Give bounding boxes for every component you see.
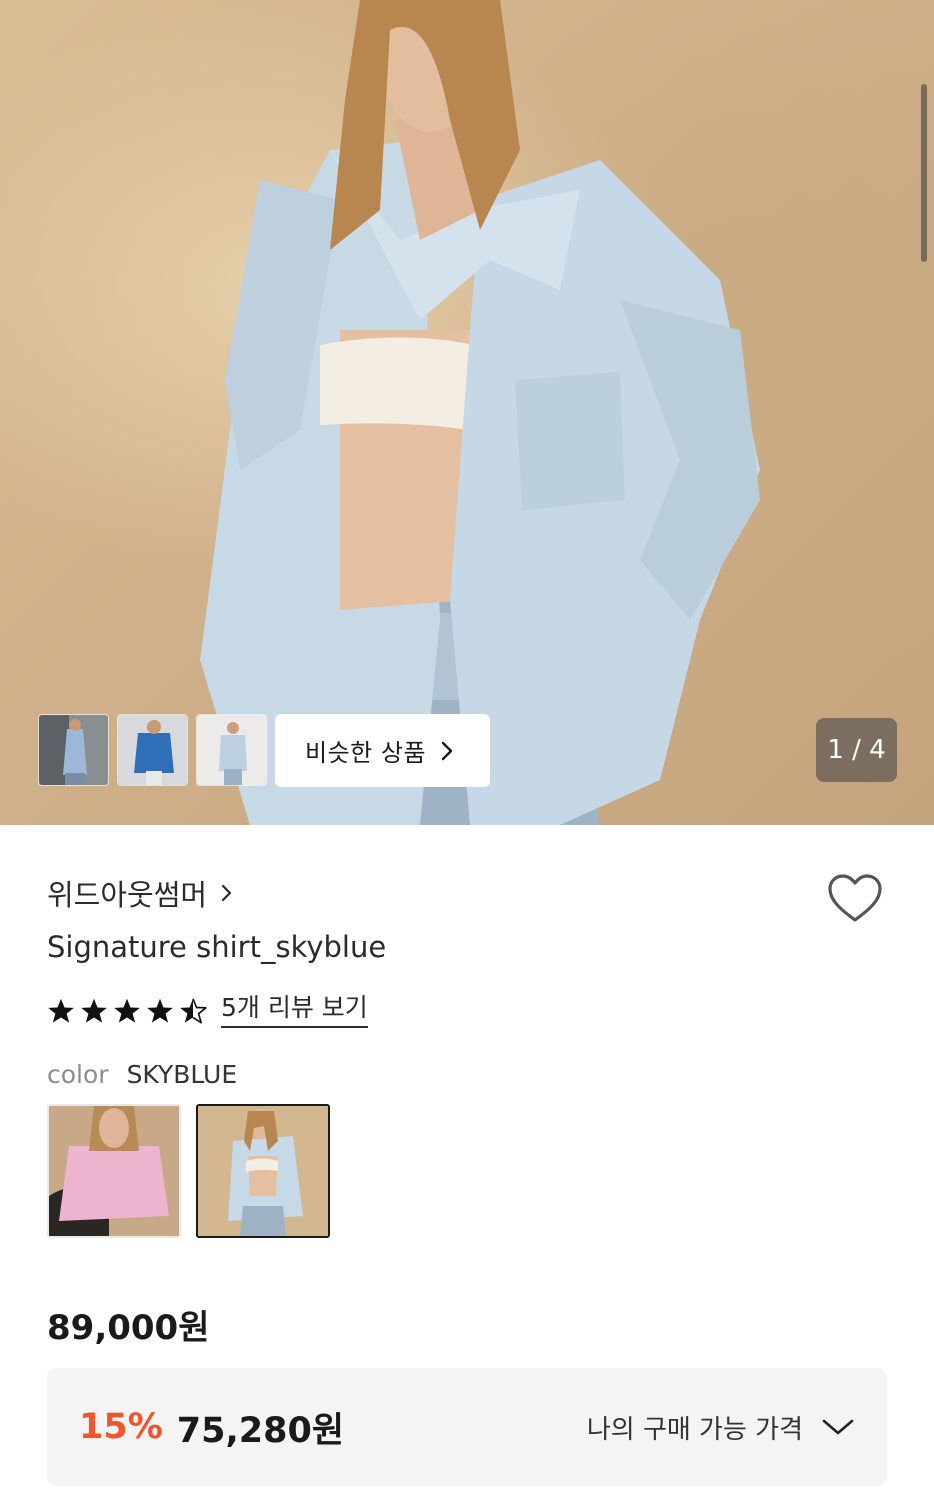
similar-products-button[interactable]: 비슷한 상품 <box>275 714 490 787</box>
thumbnail-image <box>197 715 266 785</box>
review-link[interactable]: 5개 리뷰 보기 <box>221 993 368 1028</box>
star-icon <box>81 998 107 1023</box>
scrollbar[interactable] <box>921 84 927 262</box>
swatch-image <box>198 1106 328 1236</box>
rating-row: 5개 리뷰 보기 <box>47 993 368 1028</box>
my-price-label: 나의 구매 가능 가격 <box>586 1414 803 1445</box>
chevron-right-icon <box>221 884 232 902</box>
color-value: SKYBLUE <box>126 1060 238 1089</box>
original-price: 89,000원 <box>47 1308 210 1348</box>
thumbnail-image <box>39 715 108 785</box>
discount-percent: 15% <box>79 1407 163 1447</box>
chevron-right-icon <box>441 741 453 760</box>
image-counter-text: 1 / 4 <box>827 735 886 765</box>
color-swatch-skyblue[interactable] <box>196 1104 330 1238</box>
color-label: color <box>47 1060 109 1089</box>
star-icon <box>48 998 74 1023</box>
star-icon <box>147 998 173 1023</box>
star-half-icon <box>180 997 207 1023</box>
color-swatches <box>47 1104 330 1238</box>
my-price-toggle[interactable]: 나의 구매 가능 가격 <box>587 1409 855 1446</box>
similar-products-label: 비슷한 상품 <box>305 739 427 767</box>
brand-link[interactable]: 위드아웃썸머 <box>47 872 233 914</box>
product-name: Signature shirt_skyblue <box>47 930 387 964</box>
thumbnail-3[interactable] <box>196 714 267 786</box>
thumbnail-strip <box>38 714 267 786</box>
star-icon <box>114 998 140 1023</box>
image-counter: 1 / 4 <box>816 718 897 782</box>
discount-price: 75,280원 <box>176 1410 345 1451</box>
discount-price-box[interactable]: 15% 75,280원 나의 구매 가능 가격 <box>47 1368 887 1486</box>
color-row: color SKYBLUE <box>47 1060 237 1089</box>
thumbnail-2[interactable] <box>117 714 188 786</box>
model-photo <box>200 0 760 825</box>
chevron-down-icon <box>822 1419 854 1435</box>
heart-icon[interactable] <box>826 872 884 926</box>
star-rating <box>47 997 207 1025</box>
brand-name: 위드아웃썸머 <box>47 878 208 912</box>
color-swatch-pink[interactable] <box>47 1104 181 1238</box>
swatch-image <box>49 1106 179 1236</box>
thumbnail-1[interactable] <box>38 714 109 786</box>
product-hero-image[interactable]: 비슷한 상품 1 / 4 <box>0 0 934 825</box>
thumbnail-image <box>118 715 187 785</box>
